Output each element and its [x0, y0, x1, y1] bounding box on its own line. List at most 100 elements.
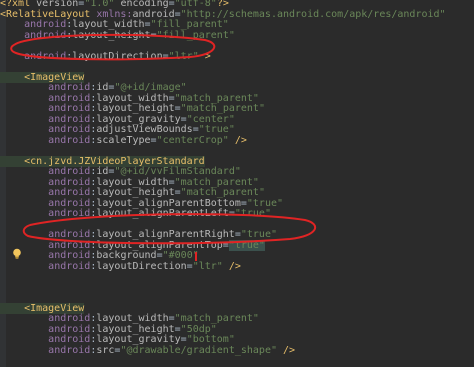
- code-token: layout_height: [72, 29, 151, 41]
- code-editor[interactable]: <?xml version="1.0" encoding="utf-8"?> <R…: [0, 0, 474, 367]
- code-token: "true": [240, 229, 277, 240]
- code-token: "center": [186, 113, 235, 125]
- code-token: scaleType: [96, 134, 151, 146]
- code-token: "true": [246, 197, 284, 209]
- lightbulb-icon[interactable]: [12, 248, 22, 260]
- code-line[interactable]: [0, 356, 474, 367]
- code-token: <RelativeLayout: [0, 8, 97, 20]
- code-line[interactable]: [0, 146, 474, 157]
- code-token: "match_parent": [174, 176, 259, 188]
- code-token: android: [24, 19, 67, 30]
- code-token: android: [48, 344, 91, 356]
- code-token: layout_alignParentTop: [96, 239, 223, 251]
- code-token: layout_height: [96, 103, 175, 114]
- code-token: "@drawable/gradient_shape": [120, 344, 277, 356]
- code-token: android: [48, 197, 91, 209]
- code-line[interactable]: android:layout_height="fill_parent": [0, 29, 474, 42]
- code-token: android: [48, 208, 91, 219]
- code-token: android: [48, 334, 91, 345]
- code-token: "match_parent": [174, 313, 259, 324]
- code-token: android: [48, 92, 91, 104]
- code-token: android: [48, 124, 91, 135]
- code-token: "match_parent": [180, 187, 265, 198]
- code-token: id: [96, 82, 109, 93]
- code-token: "true": [234, 208, 271, 219]
- code-token: "fill_parent": [156, 29, 235, 41]
- code-token: />: [277, 344, 296, 356]
- code-token: xmlns:: [96, 8, 133, 20]
- code-line[interactable]: android:src="@drawable/gradient_shape" /…: [0, 344, 474, 357]
- code-token: layout_gravity: [96, 113, 181, 125]
- code-token: <ImageView: [0, 71, 85, 83]
- code-token: android: [132, 8, 175, 20]
- code-line[interactable]: android:layoutDirection="ltr" >: [0, 50, 474, 63]
- code-token: "ltr": [168, 50, 199, 62]
- code-token: android: [48, 176, 91, 188]
- code-token: "match_parent": [180, 103, 265, 114]
- code-line[interactable]: android:layout_alignParentLeft="true": [0, 208, 474, 220]
- code-token: "http://schemas.android.com/apk/res/andr…: [180, 8, 446, 20]
- code-token: background: [96, 250, 157, 261]
- code-token: layout_alignParentBottom: [96, 197, 241, 209]
- code-token: =: [222, 239, 229, 251]
- code-token: "50dp": [180, 323, 217, 335]
- code-token: android: [24, 29, 67, 41]
- code-token: <cn.jzvd.JZVideoPlayerStandard: [0, 155, 205, 167]
- code-token: "true": [198, 124, 235, 135]
- code-token: android: [48, 82, 91, 93]
- code-token: src: [96, 344, 115, 356]
- code-token: />: [228, 134, 247, 146]
- code-token: />: [222, 260, 241, 272]
- code-token: "@+id/vvFilmStandard": [114, 166, 241, 177]
- code-line[interactable]: android:layoutDirection="ltr" />: [0, 260, 474, 273]
- code-token: layoutDirection: [96, 260, 187, 272]
- code-line[interactable]: [0, 283, 474, 294]
- code-token: >: [198, 50, 211, 62]
- code-token: "centerCrop": [156, 134, 229, 146]
- code-token: "#000": [162, 250, 199, 261]
- code-token: layout_height: [96, 187, 175, 198]
- code-token: layout_width: [96, 92, 169, 104]
- code-token: android: [48, 113, 91, 125]
- code-token: "ltr": [192, 260, 223, 272]
- code-token: "bottom": [186, 334, 235, 345]
- code-line[interactable]: android:scaleType="centerCrop" />: [0, 134, 474, 147]
- code-token: android: [24, 50, 67, 62]
- code-token: layout_gravity: [96, 334, 181, 345]
- code-token: android: [48, 103, 91, 114]
- code-line[interactable]: [0, 272, 474, 283]
- code-token: android: [48, 260, 91, 272]
- code-token: android: [48, 166, 91, 177]
- code-token: android: [48, 250, 91, 261]
- code-token: android: [48, 134, 91, 146]
- code-line[interactable]: [0, 62, 474, 73]
- xml-code-area[interactable]: <?xml version="1.0" encoding="utf-8"?> <R…: [0, 0, 474, 367]
- code-token: android: [48, 187, 91, 198]
- code-token: android: [48, 323, 91, 335]
- code-token: layout_height: [96, 323, 175, 335]
- code-token: android: [48, 313, 91, 324]
- code-line[interactable]: [0, 293, 474, 304]
- code-token: layout_width: [96, 313, 169, 324]
- code-token: layout_alignParentRight: [96, 229, 235, 240]
- code-token: "match_parent": [174, 92, 259, 104]
